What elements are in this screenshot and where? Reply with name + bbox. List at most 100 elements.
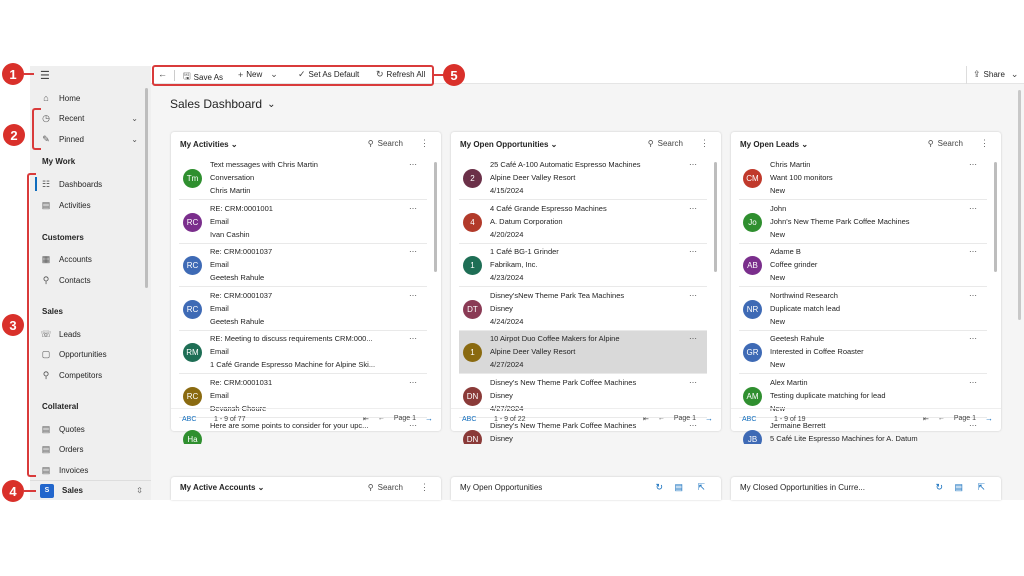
nav-home[interactable]: ⌂ Home — [30, 90, 140, 106]
card-scrollbar[interactable] — [994, 162, 997, 272]
nav-invoices[interactable]: ▤ Invoices — [30, 462, 140, 478]
card-search[interactable]: ⚲ Search — [368, 483, 403, 492]
row-more-icon[interactable]: ⋯ — [969, 204, 977, 213]
row-more-icon[interactable]: ⋯ — [689, 378, 697, 387]
row-more-icon[interactable]: ⋯ — [689, 291, 697, 300]
list-item[interactable]: RC Re: CRM:0001037 Email Geetesh Rahule ⋯ — [179, 288, 427, 331]
expand-icon[interactable]: ⇱ — [697, 482, 705, 493]
list-item[interactable]: DT Disney'sNew Theme Park Tea Machines Dis… — [459, 288, 707, 331]
expand-icon[interactable]: ⇱ — [977, 482, 985, 493]
card-scrollbar[interactable] — [434, 162, 437, 272]
card-search[interactable]: ⚲ Search — [648, 139, 683, 148]
refresh-icon[interactable]: ↻ — [655, 482, 663, 493]
nav-leads[interactable]: ☏ Leads — [30, 326, 140, 342]
row-more-icon[interactable]: ⋯ — [409, 334, 417, 343]
row-more-icon[interactable]: ⋯ — [689, 204, 697, 213]
abc-filter[interactable]: ABC — [182, 416, 196, 423]
card-scrollbar[interactable] — [714, 162, 717, 272]
page-scrollbar[interactable] — [1018, 90, 1021, 320]
item-subtitle: Email — [210, 303, 229, 313]
first-page-icon[interactable]: ⇤ — [923, 415, 929, 423]
next-page-icon[interactable]: → — [425, 414, 433, 423]
pager: ⇤ ← Page 1 → — [923, 414, 993, 423]
refresh-icon[interactable]: ↻ — [935, 482, 943, 493]
item-detail: New — [770, 316, 786, 326]
next-page-icon[interactable]: → — [985, 414, 993, 423]
prev-page-icon[interactable]: ← — [378, 415, 385, 422]
card-title[interactable]: My Open Leads ⌄ — [740, 140, 808, 149]
list-item[interactable]: Jo John John's New Theme Park Coffee Machi… — [739, 201, 987, 244]
prev-page-icon[interactable]: ← — [938, 415, 945, 422]
area-switcher[interactable]: S Sales ⇳ — [30, 480, 151, 500]
card-title[interactable]: My Activities ⌄ — [180, 140, 238, 149]
hamburger-icon[interactable]: ☰ — [40, 69, 50, 82]
dashboard-selector[interactable]: Sales Dashboard ⌄ — [170, 97, 275, 111]
item-title: Disney'sNew Theme Park Tea Machines — [490, 290, 625, 300]
card-search[interactable]: ⚲ Search — [928, 139, 963, 148]
nav-opportunities[interactable]: ▢ Opportunities — [30, 346, 140, 362]
card-title: My Closed Opportunities in Curre... — [740, 483, 865, 492]
list-item[interactable]: RC Re: CRM:0001037 Email Geetesh Rahule ⋯ — [179, 244, 427, 287]
prev-page-icon[interactable]: ← — [658, 415, 665, 422]
nav-competitors[interactable]: ⚲ Competitors — [30, 367, 140, 383]
row-more-icon[interactable]: ⋯ — [969, 291, 977, 300]
quote-icon: ▤ — [41, 423, 51, 434]
list-item[interactable]: CM Chris Martin Want 100 monitors New ⋯ — [739, 157, 987, 200]
nav-recent[interactable]: ◷ Recent ⌄ — [30, 110, 140, 126]
next-page-icon[interactable]: → — [705, 414, 713, 423]
abc-filter[interactable]: ABC — [462, 416, 476, 423]
list-item[interactable]: Tm Text messages with Chris Martin Convers… — [179, 157, 427, 200]
nav-dashboards[interactable]: ☷ Dashboards — [30, 176, 140, 192]
nav-orders[interactable]: ▤ Orders — [30, 441, 140, 457]
row-more-icon[interactable]: ⋯ — [409, 247, 417, 256]
list-item[interactable]: 1 10 Airpot Duo Coffee Makers for Alpine A… — [459, 331, 707, 374]
more-options-icon[interactable]: ⋮ — [420, 138, 429, 149]
first-page-icon[interactable]: ⇤ — [363, 415, 369, 423]
row-more-icon[interactable]: ⋯ — [409, 291, 417, 300]
invoice-icon: ▤ — [41, 464, 51, 475]
row-more-icon[interactable]: ⋯ — [969, 160, 977, 169]
nav-activities[interactable]: ▤ Activities — [30, 197, 140, 213]
row-more-icon[interactable]: ⋯ — [409, 160, 417, 169]
row-more-icon[interactable]: ⋯ — [689, 334, 697, 343]
row-more-icon[interactable]: ⋯ — [409, 378, 417, 387]
list-item[interactable]: 2 25 Café A-100 Automatic Espresso Machin… — [459, 157, 707, 200]
row-more-icon[interactable]: ⋯ — [969, 247, 977, 256]
abc-filter[interactable]: ABC — [742, 416, 756, 423]
card-title[interactable]: My Active Accounts ⌄ — [180, 483, 264, 492]
sidebar-scrollbar[interactable] — [145, 88, 148, 288]
callout-3: 3 — [2, 314, 24, 336]
more-options-icon[interactable]: ⋮ — [700, 138, 709, 149]
view-records-icon[interactable]: ▤ — [954, 482, 963, 493]
nav-quotes[interactable]: ▤ Quotes — [30, 421, 140, 437]
row-more-icon[interactable]: ⋯ — [689, 160, 697, 169]
row-more-icon[interactable]: ⋯ — [969, 378, 977, 387]
view-records-icon[interactable]: ▤ — [674, 482, 683, 493]
search-icon: ⚲ — [647, 139, 654, 148]
more-options-icon[interactable]: ⋮ — [980, 138, 989, 149]
card-title[interactable]: My Open Opportunities ⌄ — [460, 140, 557, 149]
list-item[interactable]: RM RE: Meeting to discuss requirements CR… — [179, 331, 427, 374]
row-more-icon[interactable]: ⋯ — [689, 247, 697, 256]
list-item[interactable]: NR Northwind Research Duplicate match lead… — [739, 288, 987, 331]
pager: ⇤ ← Page 1 → — [643, 414, 713, 423]
row-more-icon[interactable]: ⋯ — [409, 204, 417, 213]
record-count: 1 - 9 of 19 — [774, 416, 806, 423]
item-title: Re: CRM:0001031 — [210, 377, 273, 387]
more-options-icon[interactable]: ⋮ — [420, 482, 429, 493]
list-item[interactable]: 1 1 Café BG-1 Grinder Fabrikam, Inc. 4/23/2… — [459, 244, 707, 287]
card-search[interactable]: ⚲ Search — [368, 139, 403, 148]
avatar: 1 — [463, 343, 482, 362]
list-item[interactable]: GR Geetesh Rahule Interested in Coffee Roa… — [739, 331, 987, 374]
nav-pinned[interactable]: ✎ Pinned ⌄ — [30, 131, 140, 147]
list-item[interactable]: RC RE: CRM:0001001 Email Ivan Cashin ⋯ — [179, 201, 427, 244]
first-page-icon[interactable]: ⇤ — [643, 415, 649, 423]
list-item[interactable]: 4 4 Café Grande Espresso Machines A. Datum… — [459, 201, 707, 244]
row-more-icon[interactable]: ⋯ — [969, 334, 977, 343]
list-item[interactable]: AB Adame B Coffee grinder New ⋯ — [739, 244, 987, 287]
item-detail: New — [770, 360, 786, 369]
nav-contacts[interactable]: ⚲ Contacts — [30, 272, 140, 288]
share-button[interactable]: ⇪ Share ⌄ — [973, 69, 1018, 80]
item-subtitle: Conversation — [210, 173, 255, 182]
nav-accounts[interactable]: ▦ Accounts — [30, 251, 140, 267]
